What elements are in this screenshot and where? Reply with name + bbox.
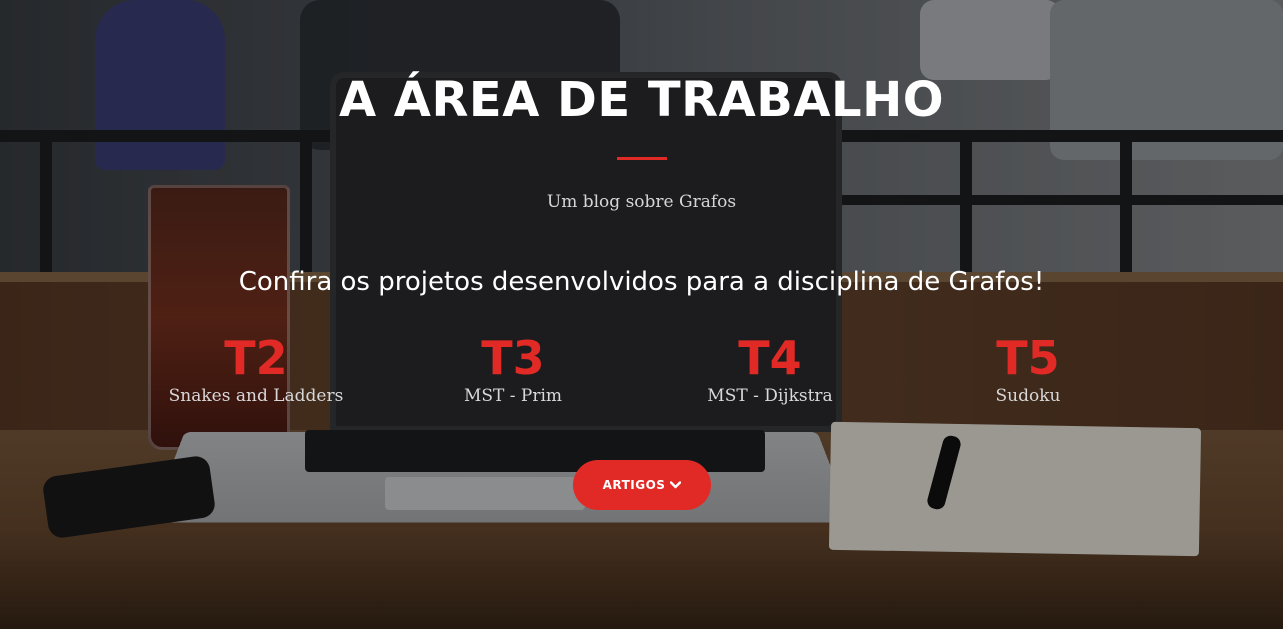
chevron-down-icon	[670, 480, 682, 491]
project-name: Snakes and Ladders	[168, 386, 344, 406]
project-code: T5	[996, 331, 1060, 385]
project-list: T2 Snakes and Ladders T3 MST - Prim T4 M…	[0, 332, 1283, 412]
page-title: A ÁREA DE TRABALHO	[338, 72, 945, 128]
project-item-t5[interactable]: T5 Sudoku	[918, 332, 1138, 406]
project-item-t4[interactable]: T4 MST - Dijkstra	[660, 332, 880, 406]
page-subtitle: Um blog sobre Grafos	[546, 192, 737, 212]
project-item-t3[interactable]: T3 MST - Prim	[403, 332, 623, 406]
project-code: T3	[481, 331, 545, 385]
project-item-t2[interactable]: T2 Snakes and Ladders	[146, 332, 366, 406]
articles-button[interactable]: ARTIGOS	[573, 460, 711, 510]
hero-section: A ÁREA DE TRABALHO Um blog sobre Grafos …	[0, 0, 1283, 629]
project-code: T4	[738, 331, 802, 385]
tagline: Confira os projetos desenvolvidos para a…	[238, 267, 1045, 297]
project-code: T2	[224, 331, 288, 385]
title-divider	[617, 157, 667, 160]
hero-content: A ÁREA DE TRABALHO Um blog sobre Grafos …	[0, 0, 1283, 629]
project-name: MST - Prim	[463, 386, 563, 406]
project-name: MST - Dijkstra	[707, 386, 833, 406]
project-name: Sudoku	[995, 386, 1061, 406]
articles-button-label: ARTIGOS	[602, 478, 666, 492]
